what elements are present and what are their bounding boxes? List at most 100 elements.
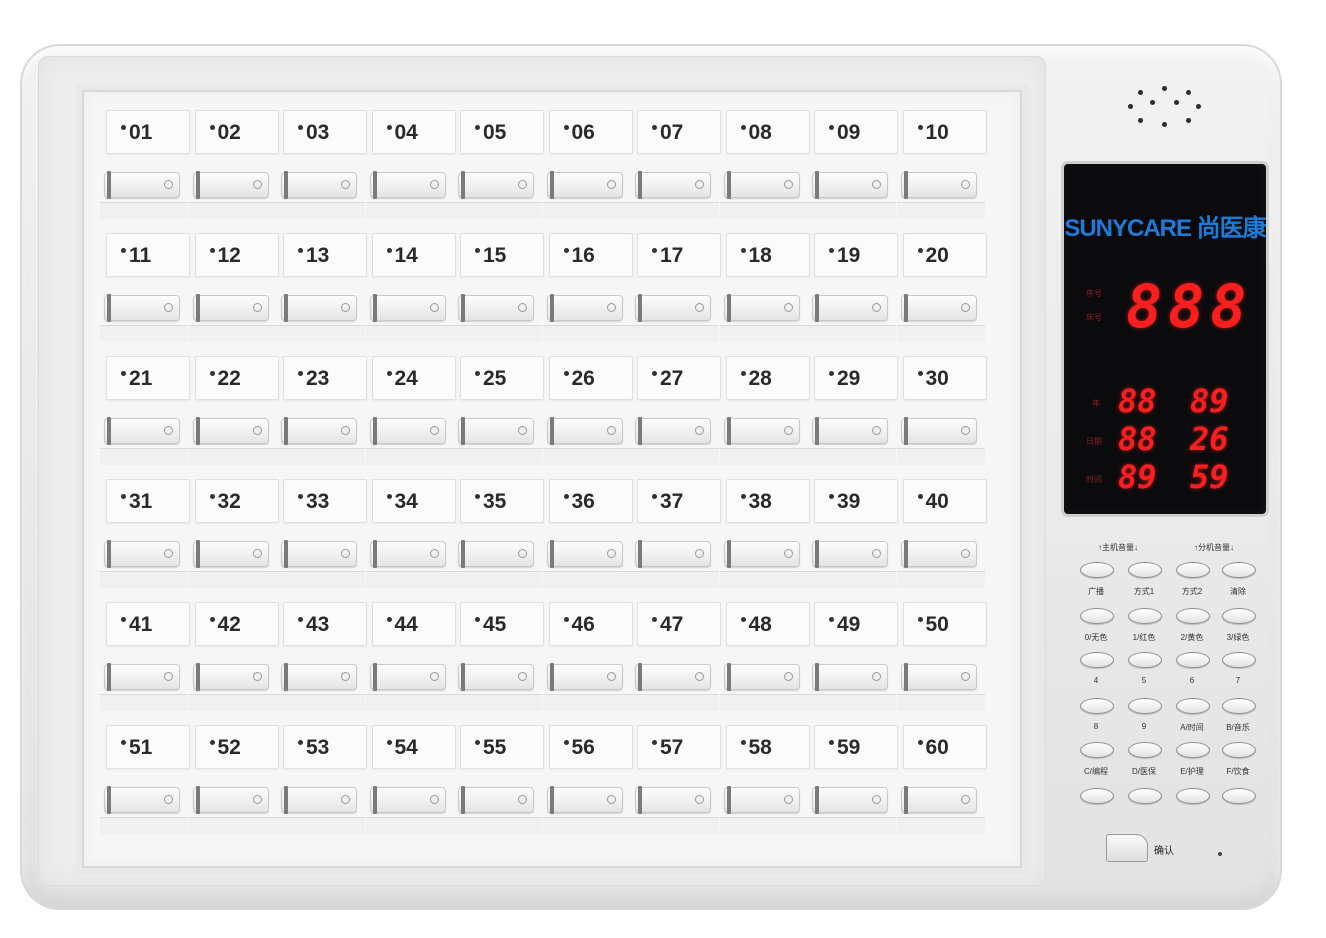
bed-key-switch[interactable]: [812, 663, 888, 691]
keypad-button[interactable]: [1222, 652, 1256, 668]
keypad-button[interactable]: [1128, 788, 1162, 804]
bed-key-switch[interactable]: [546, 171, 623, 199]
bed-key-switch[interactable]: [900, 786, 977, 814]
bed-key-switch[interactable]: [281, 663, 357, 691]
bed-key-switch[interactable]: [192, 786, 269, 814]
bed-key-switch[interactable]: [546, 663, 623, 691]
keypad-button[interactable]: [1176, 698, 1210, 714]
bed-key-switch[interactable]: [635, 171, 711, 199]
keypad-button[interactable]: [1080, 608, 1114, 624]
keypad-button[interactable]: [1176, 742, 1210, 758]
bed-number: 32: [217, 490, 241, 513]
keypad-button[interactable]: [1176, 788, 1210, 804]
keypad-button[interactable]: [1128, 608, 1162, 624]
bed-key-switch[interactable]: [723, 540, 800, 568]
bed-key-switch[interactable]: [723, 417, 800, 445]
bed-key-switch[interactable]: [900, 540, 977, 568]
keypad-button[interactable]: [1176, 562, 1210, 578]
bed-key-switch[interactable]: [192, 540, 269, 568]
bed-key-switch[interactable]: [192, 171, 269, 199]
bed-key-switch[interactable]: [723, 786, 800, 814]
bed-key-switch[interactable]: [369, 786, 446, 814]
bed-key-switch[interactable]: [900, 417, 977, 445]
bed-key-switch[interactable]: [369, 171, 446, 199]
bed-key-switch[interactable]: [369, 663, 446, 691]
bed-key-switch[interactable]: [369, 294, 446, 322]
keypad-button[interactable]: [1128, 742, 1162, 758]
key-edge: [107, 171, 111, 199]
bed-key-switch[interactable]: [369, 540, 446, 568]
key-hole-icon: [164, 303, 173, 312]
keypad-button[interactable]: [1176, 608, 1210, 624]
bed-key-switch[interactable]: [812, 540, 888, 568]
indicator-dot-icon: [121, 371, 126, 376]
bed-key-switch[interactable]: [546, 294, 623, 322]
bed-key-switch[interactable]: [635, 786, 711, 814]
key-hole-icon: [695, 180, 704, 189]
bed-key-switch[interactable]: [635, 417, 711, 445]
bed-number: 29: [837, 367, 861, 390]
key-edge: [815, 786, 819, 814]
keypad-button[interactable]: [1080, 698, 1114, 714]
bed-key-switch[interactable]: [635, 540, 711, 568]
bed-key-switch[interactable]: [281, 786, 357, 814]
bed-key-switch[interactable]: [458, 171, 534, 199]
bed-key-switch[interactable]: [900, 294, 977, 322]
bed-key-switch[interactable]: [546, 540, 623, 568]
bed-key-switch[interactable]: [635, 663, 711, 691]
keypad-button[interactable]: [1128, 562, 1162, 578]
bed-key-switch[interactable]: [104, 294, 180, 322]
bed-key-switch[interactable]: [458, 663, 534, 691]
bed-key-switch[interactable]: [192, 663, 269, 691]
bed-key-switch[interactable]: [369, 417, 446, 445]
bed-key-switch[interactable]: [104, 663, 180, 691]
key-tray: [631, 817, 719, 834]
bed-key-switch[interactable]: [546, 417, 623, 445]
keypad-button[interactable]: [1080, 788, 1114, 804]
key-hole-icon: [695, 303, 704, 312]
bed-key-switch[interactable]: [900, 663, 977, 691]
host-volume-caption: ↑主机音量↓: [1098, 543, 1138, 552]
bed-key-switch[interactable]: [458, 540, 534, 568]
bed-number-card: 24: [371, 356, 456, 400]
keypad-button[interactable]: [1222, 562, 1256, 578]
bed-key-switch[interactable]: [192, 294, 269, 322]
keypad-button[interactable]: [1222, 788, 1256, 804]
key-hole-icon: [518, 303, 527, 312]
bed-key-switch[interactable]: [546, 786, 623, 814]
keypad-button[interactable]: [1128, 652, 1162, 668]
bed-key-switch[interactable]: [104, 417, 180, 445]
bed-key-switch[interactable]: [104, 786, 180, 814]
keypad-button[interactable]: [1222, 608, 1256, 624]
key-edge: [726, 786, 731, 814]
bed-key-switch[interactable]: [281, 417, 357, 445]
bed-key-switch[interactable]: [900, 171, 977, 199]
bed-key-switch[interactable]: [458, 417, 534, 445]
bed-key-switch[interactable]: [635, 294, 711, 322]
keypad-button[interactable]: [1080, 562, 1114, 578]
keypad-button[interactable]: [1176, 652, 1210, 668]
bed-key-switch[interactable]: [812, 417, 888, 445]
bed-key-switch[interactable]: [281, 294, 357, 322]
bed-key-switch[interactable]: [458, 294, 534, 322]
bed-key-switch[interactable]: [281, 171, 357, 199]
keypad-button[interactable]: [1080, 742, 1114, 758]
bed-key-switch[interactable]: [192, 417, 269, 445]
bed-key-switch[interactable]: [812, 294, 888, 322]
speaker-hole-icon: [1128, 104, 1133, 109]
bed-key-switch[interactable]: [104, 540, 180, 568]
bed-cell: 55: [454, 721, 544, 839]
bed-key-switch[interactable]: [458, 786, 534, 814]
bed-key-switch[interactable]: [281, 540, 357, 568]
confirm-button[interactable]: [1106, 834, 1148, 862]
bed-key-switch[interactable]: [723, 171, 800, 199]
keypad-button[interactable]: [1222, 742, 1256, 758]
bed-key-switch[interactable]: [812, 786, 888, 814]
keypad-button[interactable]: [1128, 698, 1162, 714]
keypad-button[interactable]: [1222, 698, 1256, 714]
bed-key-switch[interactable]: [104, 171, 180, 199]
bed-key-switch[interactable]: [723, 294, 800, 322]
bed-key-switch[interactable]: [723, 663, 800, 691]
bed-key-switch[interactable]: [812, 171, 888, 199]
keypad-button[interactable]: [1080, 652, 1114, 668]
